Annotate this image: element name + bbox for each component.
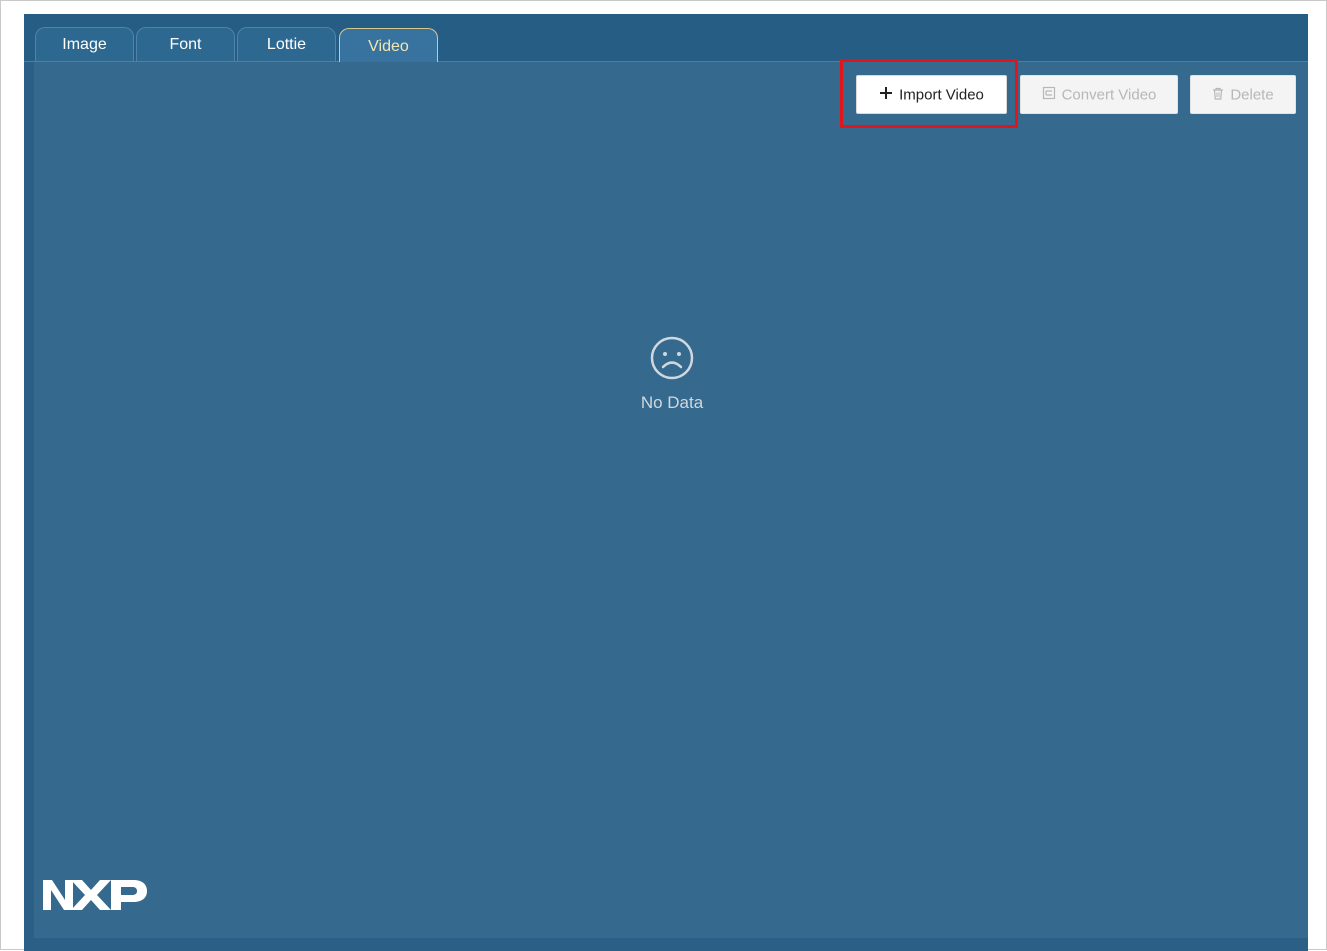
- convert-video-label: Convert Video: [1061, 86, 1157, 104]
- video-content-area: [34, 62, 1308, 938]
- delete-button[interactable]: Delete: [1190, 75, 1296, 114]
- tab-video[interactable]: Video: [339, 28, 438, 62]
- bottom-band: [24, 938, 1308, 951]
- convert-video-button[interactable]: Convert Video: [1020, 75, 1178, 114]
- import-video-label: Import Video: [899, 86, 984, 104]
- tab-image[interactable]: Image: [35, 27, 134, 61]
- import-video-button[interactable]: Import Video: [856, 75, 1007, 114]
- plus-icon: [879, 77, 893, 114]
- empty-state: No Data: [624, 334, 720, 413]
- trash-icon: [1212, 77, 1224, 114]
- tab-lottie[interactable]: Lottie: [237, 27, 336, 61]
- sad-face-icon: [648, 336, 696, 386]
- app-panel: Image Font Lottie Video Import Video Con…: [24, 14, 1308, 951]
- window-frame: Image Font Lottie Video Import Video Con…: [0, 0, 1327, 951]
- delete-label: Delete: [1230, 86, 1274, 104]
- convert-icon: [1042, 77, 1056, 114]
- tab-strip: Image Font Lottie Video: [24, 14, 1308, 62]
- empty-state-text: No Data: [640, 393, 704, 412]
- tab-font[interactable]: Font: [136, 27, 235, 61]
- nxp-logo: [41, 876, 159, 914]
